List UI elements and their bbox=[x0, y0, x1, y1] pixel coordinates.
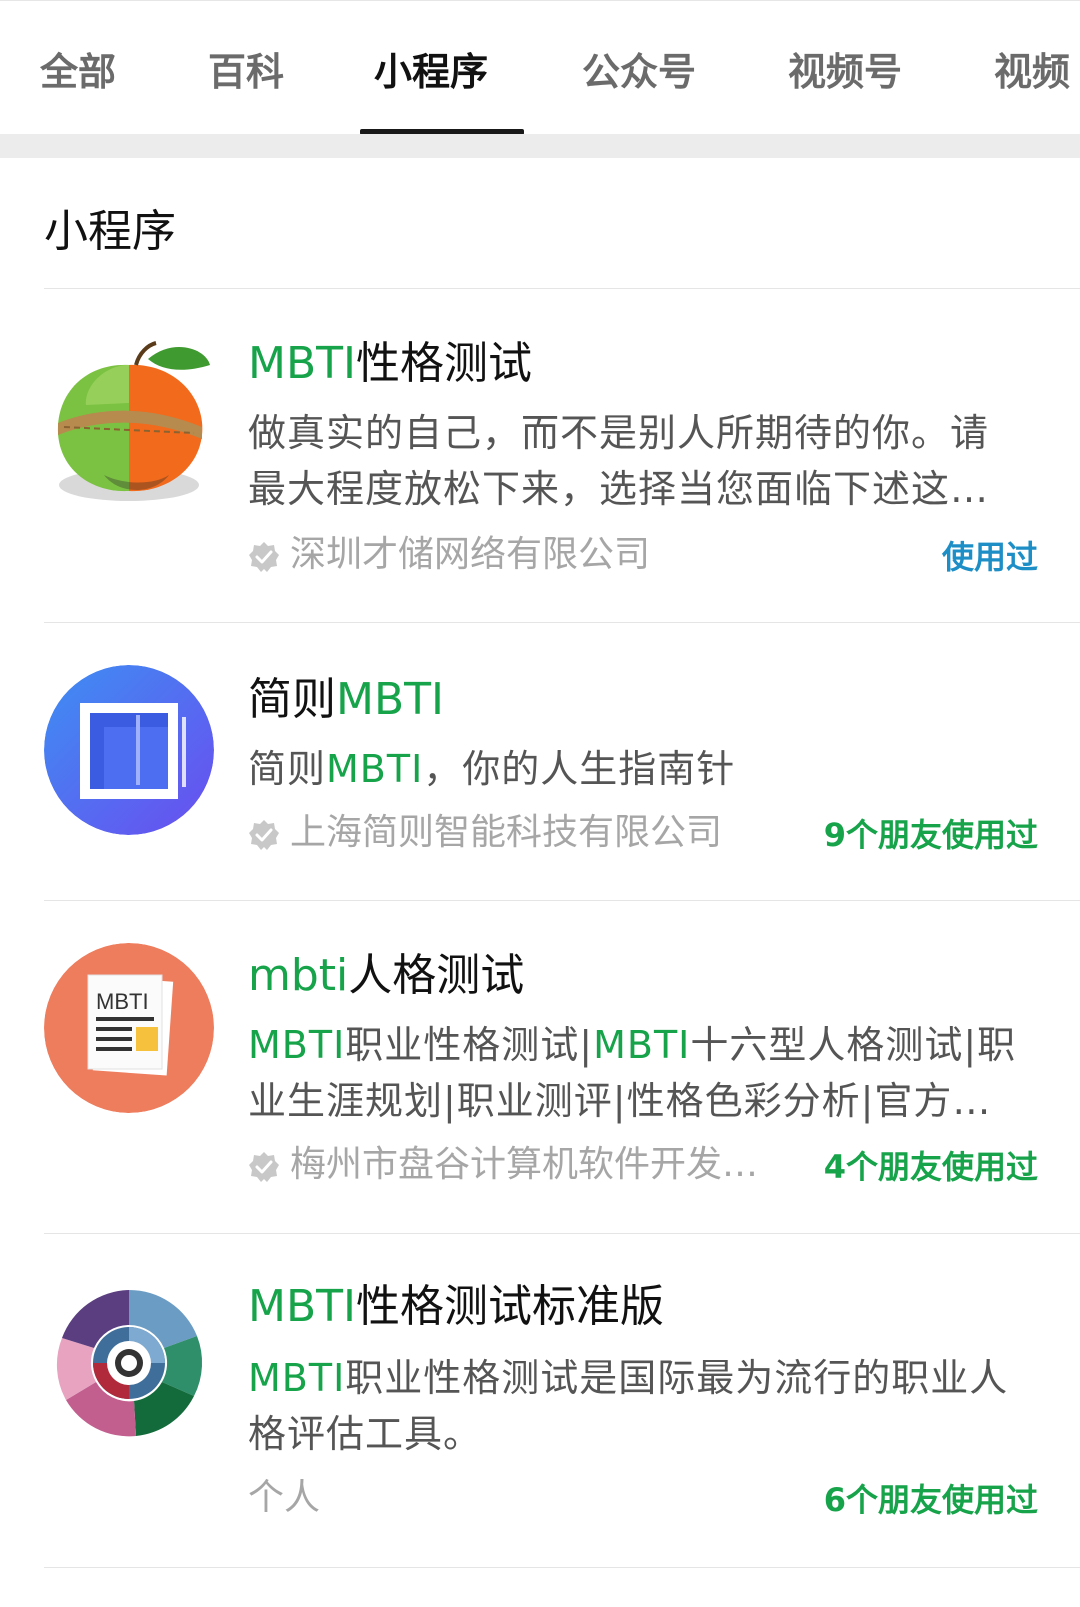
app-description: MBTI职业性格测试是国际最为流行的职业人 格评估工具。 bbox=[248, 1356, 1009, 1456]
result-item-mbti-personality-test[interactable]: MBTI性格测试 做真实的自己，而不是别人所期待的你。请 最大程度放松下来，选择… bbox=[0, 289, 1080, 622]
result-meta: 上海简则智能科技有限公司 9个朋友使用过 bbox=[248, 809, 1038, 857]
app-name: MBTI性格测试 bbox=[248, 338, 533, 389]
app-name: MBTI性格测试标准版 bbox=[248, 1281, 665, 1332]
friends-usage-count: 9个朋友使用过 bbox=[823, 816, 1038, 854]
result-meta: 梅州市盘谷计算机软件开发… 4个朋友使用过 bbox=[248, 1141, 1038, 1189]
tab-all[interactable]: 全部 bbox=[40, 47, 116, 97]
app-name: 简则MBTI bbox=[248, 674, 445, 725]
app-description: 简则MBTI，你的人生指南针 bbox=[248, 747, 736, 791]
svg-text:MBTI: MBTI bbox=[96, 989, 149, 1014]
result-item-mbti-personality-test-2[interactable]: MBTI mbti人格测试 MBTI职业性格测试|MBTI十六型人格测试|职 业… bbox=[0, 901, 1080, 1233]
company-name: 梅州市盘谷计算机软件开发… bbox=[290, 1144, 759, 1185]
result-item-mbti-standard-edition[interactable]: MBTI性格测试标准版 MBTI职业性格测试是国际最为流行的职业人 格评估工具。… bbox=[0, 1234, 1080, 1567]
result-item-jianze-mbti[interactable]: 简则MBTI 简则MBTI，你的人生指南针 上海简则智能科技有限公司 9个朋友使… bbox=[0, 623, 1080, 900]
app-description: MBTI职业性格测试|MBTI十六型人格测试|职 业生涯规划|职业测评|性格色彩… bbox=[248, 1023, 1017, 1123]
section-separator bbox=[0, 134, 1080, 158]
friends-usage-count: 4个朋友使用过 bbox=[823, 1148, 1038, 1186]
result-meta: 深圳才储网络有限公司 使用过 bbox=[248, 531, 1038, 579]
usage-status: 使用过 bbox=[941, 538, 1038, 576]
tab-mini-programs[interactable]: 小程序 bbox=[374, 47, 488, 97]
app-name: mbti人格测试 bbox=[248, 950, 525, 1001]
mbti-document-icon: MBTI bbox=[44, 943, 214, 1113]
divider bbox=[44, 1567, 1080, 1568]
tab-channels[interactable]: 视频号 bbox=[788, 47, 902, 97]
company-name: 深圳才储网络有限公司 bbox=[290, 534, 651, 575]
tab-videos[interactable]: 视频 bbox=[994, 47, 1070, 97]
verified-badge-icon bbox=[249, 542, 279, 572]
tab-encyclopedia[interactable]: 百科 bbox=[208, 47, 284, 97]
verified-badge-icon bbox=[249, 1152, 279, 1182]
company-name: 上海简则智能科技有限公司 bbox=[290, 812, 723, 853]
blue-square-frame-icon bbox=[44, 665, 214, 835]
friends-usage-count: 6个朋友使用过 bbox=[823, 1481, 1038, 1519]
section-title: 小程序 bbox=[44, 206, 176, 257]
result-meta: 个人 6个朋友使用过 bbox=[248, 1474, 1038, 1522]
colorful-ring-logo-icon bbox=[44, 1278, 214, 1448]
tab-official-accounts[interactable]: 公众号 bbox=[582, 47, 696, 97]
verified-badge-icon bbox=[249, 820, 279, 850]
company-name: 个人 bbox=[248, 1477, 321, 1518]
app-description: 做真实的自己，而不是别人所期待的你。请 最大程度放松下来，选择当您面临下述这… bbox=[248, 411, 990, 511]
apple-orange-rope-icon bbox=[44, 335, 214, 505]
search-tab-bar: 全部 百科 小程序 公众号 视频号 视频 bbox=[0, 0, 1080, 135]
